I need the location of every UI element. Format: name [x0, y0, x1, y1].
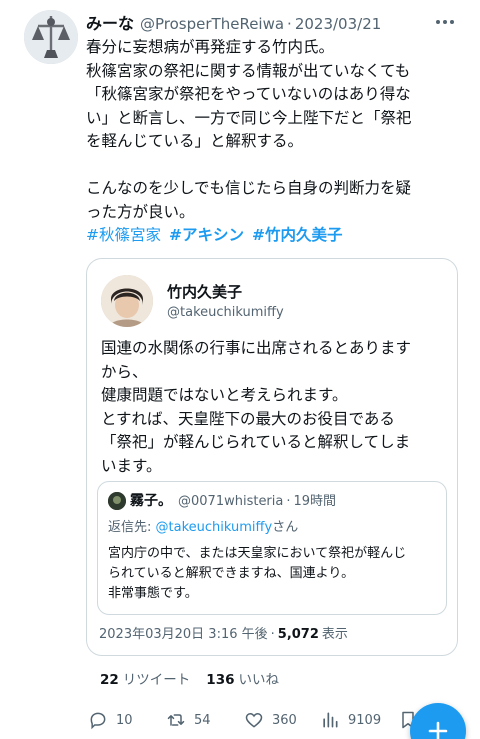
tweet-body-line: こんなのを少しでも信じたら自身の判断力を疑 — [86, 179, 412, 197]
action-bar: 10 54 360 9109 — [84, 708, 464, 732]
reply-prefix: 返信先: — [108, 520, 156, 535]
nested-author-name[interactable]: 霧子。 — [130, 490, 172, 510]
tweet-body-line: 秋篠宮家の祭祀に関する情報が出ていなくても — [86, 61, 411, 80]
quoted-body-line: います。 — [101, 456, 162, 475]
retweets-count: 22 — [100, 672, 119, 688]
tweet: みーな @ProsperTheReiwa · 2023/03/21 春分に妄想病… — [0, 0, 480, 739]
tweet-body-line: った方が良い。 — [86, 202, 195, 221]
reply-button[interactable]: 10 — [88, 708, 133, 732]
views-icon — [323, 712, 338, 728]
quoted-body-line: とすれば、天皇陛下の最大のお役目である — [101, 409, 395, 428]
quoted-author-handle[interactable]: @takeuchikumiffy — [167, 305, 284, 320]
quoted-body-line: から、 — [101, 362, 148, 381]
quoted-tweet-card[interactable]: 竹内久美子 @takeuchikumiffy 国連の水関係の行事に出席されるとあ… — [86, 258, 458, 656]
reply-icon — [90, 712, 106, 730]
reply-suffix: さん — [272, 520, 299, 535]
retweet-count: 54 — [194, 712, 211, 728]
quoted-views-count: 5,072 — [277, 627, 319, 642]
quoted-author-avatar[interactable] — [101, 275, 153, 327]
likes-stat[interactable]: 136 いいね — [206, 668, 279, 688]
author-name[interactable]: みーな — [86, 10, 134, 34]
quoted-views-label: 表示 — [321, 627, 348, 642]
tweet-body-blank — [86, 154, 466, 178]
hashtag-link[interactable]: #秋篠宮家 — [86, 224, 161, 248]
like-icon — [245, 712, 263, 728]
header-separator: · — [287, 15, 292, 33]
retweet-button[interactable]: 54 — [166, 708, 211, 732]
nested-time: 19時間 — [293, 494, 337, 509]
author-handle[interactable]: @ProsperTheReiwa — [140, 15, 284, 33]
like-count: 360 — [272, 712, 297, 728]
quoted-tweet-meta: 2023年03月20日 3:16 午後 · 5,072 表示 — [99, 623, 348, 642]
nested-body: 宮内庁の中で、または天皇家において祭祀が軽んじ られていると解釈できますね、国連… — [108, 544, 438, 604]
nested-body-line: 宮内庁の中で、または天皇家において祭祀が軽んじ — [108, 546, 407, 561]
quoted-body-line: 健康問題ではないと考えられます。 — [101, 386, 348, 404]
tweet-body-line: い」と断言し、一方で同じ今上陛下だと「祭祀 — [86, 108, 412, 127]
quoted-body-line: 「祭祀」が軽んじられていると解釈してしま — [101, 433, 411, 451]
nested-author-avatar[interactable] — [108, 492, 126, 510]
retweet-icon — [167, 714, 185, 726]
quoted-body-line: 国連の水関係の行事に出席されるとあります — [101, 339, 412, 357]
compose-icon — [428, 721, 448, 739]
meta-separator: · — [270, 627, 275, 642]
engagement-stats: 22 リツイート 136 いいね — [100, 668, 279, 688]
like-button[interactable]: 360 — [244, 708, 297, 732]
hashtag-link[interactable]: #竹内久美子 — [252, 224, 343, 248]
nested-separator: · — [286, 494, 291, 509]
more-icon[interactable] — [430, 12, 460, 32]
quoted-tweet-body: 国連の水関係の行事に出席されるとあります から、 健康問題ではないと考えられます… — [101, 337, 451, 478]
nested-reply-context: 返信先: @takeuchikumiffyさん — [108, 516, 298, 535]
quoted-author-name[interactable]: 竹内久美子 — [167, 281, 242, 302]
hashtag-link[interactable]: #アキシン — [169, 224, 244, 248]
views-count: 9109 — [348, 712, 382, 728]
tweet-body-line: 「秋篠宮家が祭祀をやっていないのはあり得な — [86, 85, 411, 103]
nested-body-line: 非常事態です。 — [108, 586, 198, 601]
tweet-date[interactable]: 2023/03/21 — [295, 15, 381, 33]
tweet-body: 春分に妄想病が再発症する竹内氏。 秋篠宮家の祭祀に関する情報が出ていなくても 「… — [86, 36, 466, 248]
hashtag-list: #秋篠宮家 #アキシン #竹内久美子 — [86, 224, 466, 248]
retweets-label: リツイート — [122, 672, 191, 688]
nested-quoted-tweet[interactable]: 霧子。 @0071whisteria · 19時間 返信先: @takeuchi… — [97, 481, 447, 615]
author-avatar[interactable] — [24, 10, 78, 64]
nested-header: 霧子。 @0071whisteria · 19時間 — [130, 490, 336, 510]
tweet-header: みーな @ProsperTheReiwa · 2023/03/21 — [86, 10, 426, 34]
nested-body-line: られていると解釈できますね、国連より。 — [108, 566, 355, 581]
likes-count: 136 — [206, 672, 235, 688]
views-button[interactable]: 9109 — [320, 708, 381, 732]
nested-author-handle[interactable]: @0071whisteria — [178, 494, 283, 509]
tweet-body-line: を軽んじている」と解釈する。 — [86, 132, 304, 150]
likes-label: いいね — [238, 672, 279, 688]
reply-to-handle[interactable]: @takeuchikumiffy — [156, 520, 273, 535]
retweets-stat[interactable]: 22 リツイート — [100, 668, 190, 688]
quoted-timestamp[interactable]: 2023年03月20日 3:16 午後 — [99, 623, 268, 642]
tweet-body-line: 春分に妄想病が再発症する竹内氏。 — [86, 38, 335, 56]
reply-count: 10 — [116, 712, 133, 728]
